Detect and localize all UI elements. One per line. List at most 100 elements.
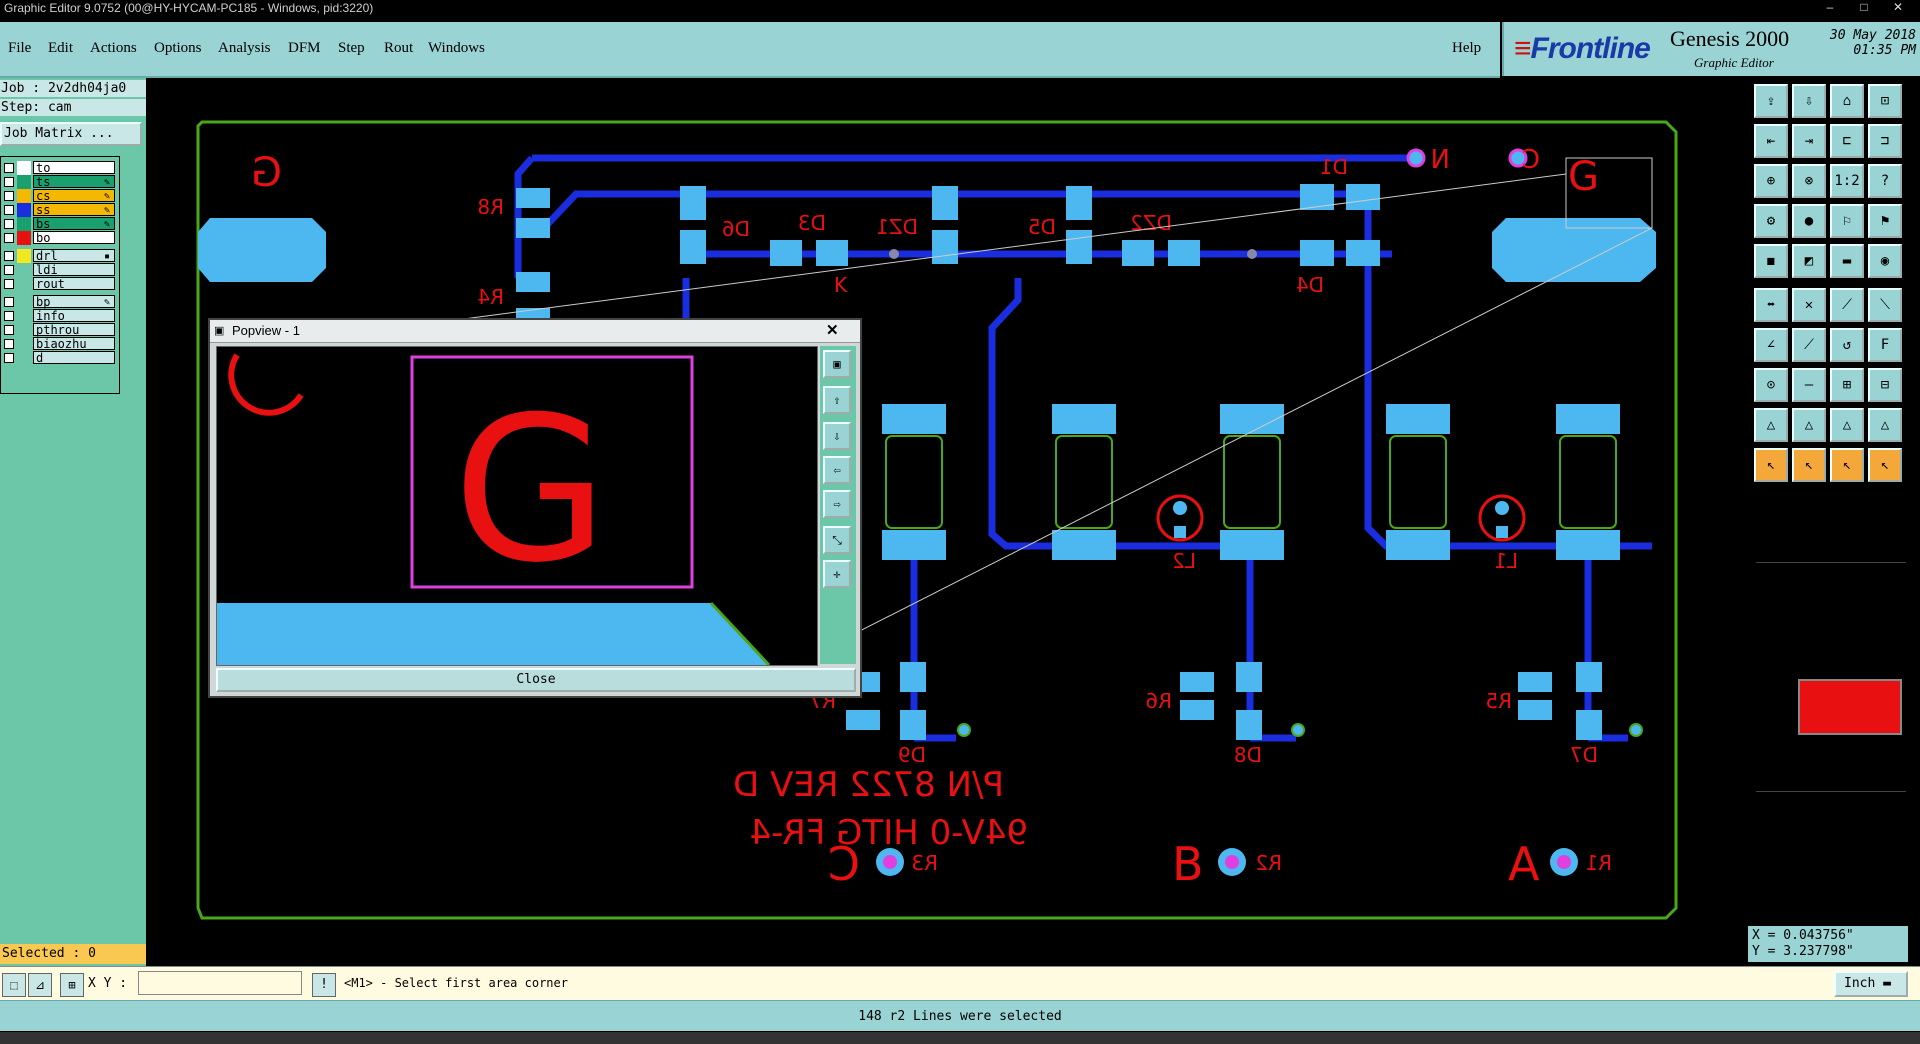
layer-checkbox[interactable]: [4, 353, 14, 363]
tool-button-39-icon[interactable]: ↖: [1830, 448, 1864, 482]
layer-name[interactable]: ts ✎: [33, 175, 115, 189]
tool-button-15-icon[interactable]: ⚐: [1830, 204, 1864, 238]
tool-button-23-icon[interactable]: ⟋: [1830, 288, 1864, 322]
menu-help[interactable]: Help: [1452, 40, 1481, 57]
layer-row-ss[interactable]: ss ✎: [1, 203, 119, 217]
menu-edit[interactable]: Edit: [48, 40, 73, 57]
layer-row-drl[interactable]: drl ▪: [1, 249, 119, 263]
tool-button-33-icon[interactable]: △: [1754, 408, 1788, 442]
measure-icon[interactable]: ⊿: [28, 973, 52, 997]
layer-name[interactable]: ldi: [33, 263, 115, 277]
layer-checkbox[interactable]: [4, 311, 14, 321]
tool-button-37-icon[interactable]: ↖: [1754, 448, 1788, 482]
layer-row-d[interactable]: d: [1, 351, 119, 365]
grid-icon[interactable]: ⊞: [60, 973, 84, 997]
popview-tool-3-icon[interactable]: ⇩: [823, 422, 851, 450]
layer-checkbox[interactable]: [4, 279, 14, 289]
layer-row-biaozhu[interactable]: biaozhu: [1, 337, 119, 351]
menu-file[interactable]: File: [8, 40, 31, 57]
tool-button-21-icon[interactable]: ⬌: [1754, 288, 1788, 322]
layer-name[interactable]: info: [33, 309, 115, 323]
popview-close-button[interactable]: Close: [216, 668, 856, 692]
layer-name[interactable]: d: [33, 351, 115, 365]
layer-row-ldi[interactable]: ldi: [1, 263, 119, 277]
tool-button-11-icon[interactable]: 1:2: [1830, 164, 1864, 198]
layer-checkbox[interactable]: [4, 265, 14, 275]
tool-button-7-icon[interactable]: ⊏: [1830, 124, 1864, 158]
minimize-icon[interactable]: –: [1816, 0, 1844, 16]
tool-button-19-icon[interactable]: ▬: [1830, 244, 1864, 278]
menu-analysis[interactable]: Analysis: [218, 40, 271, 57]
tool-button-1-icon[interactable]: ⇪: [1754, 84, 1788, 118]
tool-button-20-icon[interactable]: ◉: [1868, 244, 1902, 278]
layer-checkbox[interactable]: [4, 325, 14, 335]
layer-row-bp[interactable]: bp ✎: [1, 295, 119, 309]
layer-checkbox[interactable]: [4, 163, 14, 173]
tool-button-5-icon[interactable]: ⇤: [1754, 124, 1788, 158]
layer-checkbox[interactable]: [4, 251, 14, 261]
layer-name[interactable]: to: [33, 161, 115, 175]
tool-button-31-icon[interactable]: ⊞: [1830, 368, 1864, 402]
menu-options[interactable]: Options: [154, 40, 202, 57]
layer-checkbox[interactable]: [4, 297, 14, 307]
menu-windows[interactable]: Windows: [428, 40, 485, 57]
layer-checkbox[interactable]: [4, 339, 14, 349]
layer-row-ts[interactable]: ts ✎: [1, 175, 119, 189]
layer-row-to[interactable]: to: [1, 161, 119, 175]
layer-name[interactable]: drl ▪: [33, 249, 115, 263]
tool-button-4-icon[interactable]: ⊡: [1868, 84, 1902, 118]
layer-name[interactable]: rout: [33, 277, 115, 291]
popview-zoom-in-icon[interactable]: ✛: [823, 560, 851, 588]
menu-actions[interactable]: Actions: [90, 40, 137, 57]
tool-button-25-icon[interactable]: ∠: [1754, 328, 1788, 362]
command-info-icon[interactable]: !: [312, 973, 336, 997]
layer-checkbox[interactable]: [4, 205, 14, 215]
tool-button-6-icon[interactable]: ⇥: [1792, 124, 1826, 158]
popview-tool-1-icon[interactable]: ▣: [823, 350, 851, 378]
layer-name[interactable]: pthrou: [33, 323, 115, 337]
layer-checkbox[interactable]: [4, 219, 14, 229]
close-window-icon[interactable]: ✕: [1884, 0, 1912, 16]
tool-button-3-icon[interactable]: ⌂: [1830, 84, 1864, 118]
tool-button-28-icon[interactable]: F: [1868, 328, 1902, 362]
popview-titlebar[interactable]: Popview - 1 ▣ ✕: [210, 320, 860, 343]
tool-button-29-icon[interactable]: ⊙: [1754, 368, 1788, 402]
tool-button-14-icon[interactable]: ●: [1792, 204, 1826, 238]
layer-row-rout[interactable]: rout: [1, 277, 119, 291]
layer-name[interactable]: bs ✎: [33, 217, 115, 231]
tool-button-38-icon[interactable]: ↖: [1792, 448, 1826, 482]
layer-row-cs[interactable]: cs ✎: [1, 189, 119, 203]
popview-canvas[interactable]: G: [216, 346, 818, 666]
layer-name[interactable]: bo: [33, 231, 115, 245]
tool-button-9-icon[interactable]: ⊕: [1754, 164, 1788, 198]
layer-row-pthrou[interactable]: pthrou: [1, 323, 119, 337]
layer-name[interactable]: biaozhu: [33, 337, 115, 351]
tool-button-34-icon[interactable]: △: [1792, 408, 1826, 442]
layer-name[interactable]: bp ✎: [33, 295, 115, 309]
popview-zoom-out-icon[interactable]: ⤡: [823, 526, 851, 554]
tool-button-24-icon[interactable]: ⟍: [1868, 288, 1902, 322]
select-icon[interactable]: ⬚: [2, 973, 26, 997]
tool-button-13-icon[interactable]: ⚙: [1754, 204, 1788, 238]
active-color-swatch[interactable]: [1798, 679, 1902, 735]
layer-checkbox[interactable]: [4, 177, 14, 187]
layer-checkbox[interactable]: [4, 191, 14, 201]
tool-button-30-icon[interactable]: —: [1792, 368, 1826, 402]
popview-tool-4-icon[interactable]: ⇦: [823, 456, 851, 484]
units-selector[interactable]: Inch ▬: [1834, 971, 1908, 997]
popview-close-icon[interactable]: ✕: [826, 320, 839, 342]
layer-row-info[interactable]: info: [1, 309, 119, 323]
layer-name[interactable]: ss ✎: [33, 203, 115, 217]
tool-button-22-icon[interactable]: ✕: [1792, 288, 1826, 322]
tool-button-17-icon[interactable]: ◼: [1754, 244, 1788, 278]
popview-tool-2-icon[interactable]: ⇧: [823, 386, 851, 414]
menu-rout[interactable]: Rout: [384, 40, 413, 57]
tool-button-26-icon[interactable]: ⟋: [1792, 328, 1826, 362]
tool-button-12-icon[interactable]: ?: [1868, 164, 1902, 198]
layer-checkbox[interactable]: [4, 233, 14, 243]
popview-tool-5-icon[interactable]: ⇨: [823, 490, 851, 518]
tool-button-16-icon[interactable]: ⚑: [1868, 204, 1902, 238]
tool-button-10-icon[interactable]: ⊗: [1792, 164, 1826, 198]
tool-button-36-icon[interactable]: △: [1868, 408, 1902, 442]
job-matrix-button[interactable]: Job Matrix ...: [0, 122, 142, 146]
